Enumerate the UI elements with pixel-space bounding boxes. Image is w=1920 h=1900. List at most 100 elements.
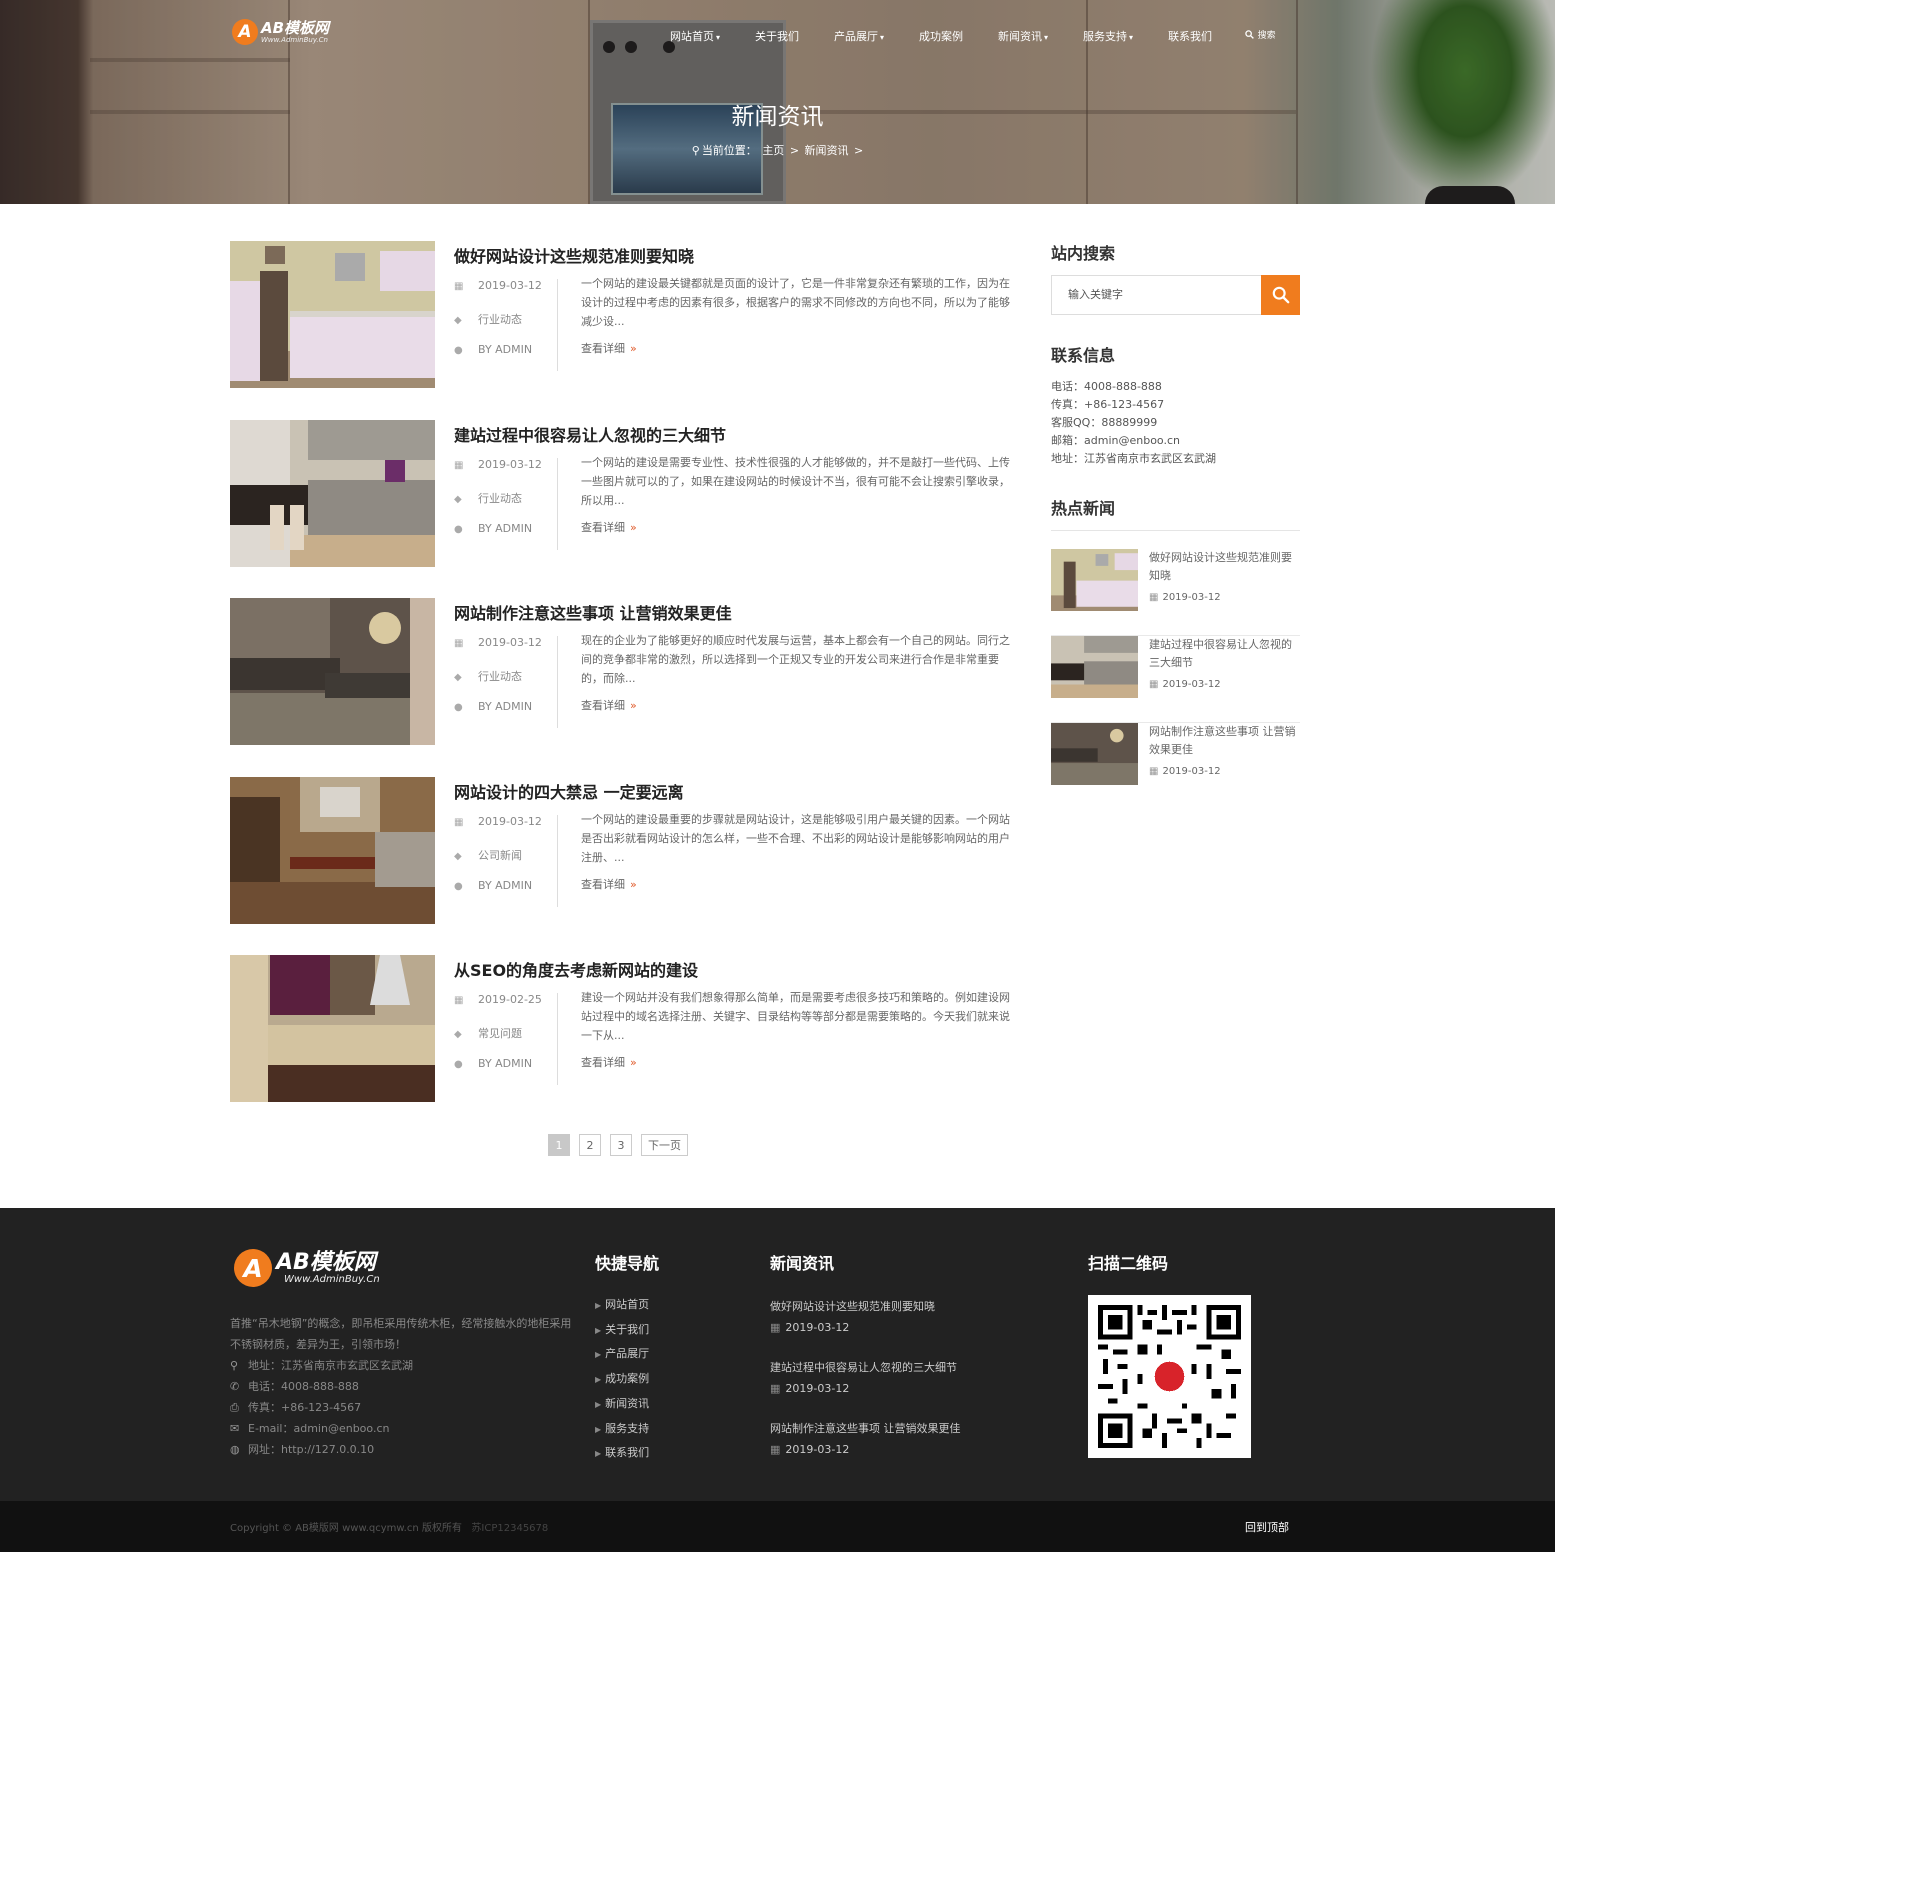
article-thumbnail[interactable] (230, 598, 435, 745)
hot-news-thumbnail[interactable] (1051, 636, 1138, 698)
page-1-button[interactable]: 1 (548, 1134, 570, 1156)
read-more-link[interactable]: 查看详细» (581, 1054, 637, 1070)
page-3-button[interactable]: 3 (610, 1134, 632, 1156)
nav-item-about[interactable]: 关于我们 (755, 28, 799, 44)
article-title[interactable]: 做好网站设计这些规范准则要知晓 (454, 243, 694, 267)
article-meta: ▦ 2019-03-12 ◆ 行业动态 ● BY ADMIN (454, 636, 558, 728)
logo-name: AB模板网 (261, 18, 330, 37)
read-more-link[interactable]: 查看详细» (581, 876, 637, 892)
calendar-icon: ▦ (454, 638, 464, 649)
contact-fax: 传真：+86-123-4567 (1051, 398, 1165, 411)
article-author: BY ADMIN (478, 879, 533, 892)
article-category[interactable]: 行业动态 (478, 492, 522, 505)
read-more-link[interactable]: 查看详细» (581, 519, 637, 535)
site-logo[interactable]: A AB模板网 Www.AdminBuy.Cn (232, 19, 329, 45)
search-input[interactable] (1068, 288, 1248, 301)
read-more-link[interactable]: 查看详细» (581, 697, 637, 713)
footer-nav-item[interactable]: ▶ 关于我们 (595, 1318, 649, 1343)
calendar-icon: ▦ (1149, 592, 1159, 603)
article-thumbnail[interactable] (230, 241, 435, 388)
article-category[interactable]: 行业动态 (478, 313, 522, 326)
tag-icon: ◆ (454, 494, 462, 505)
chevron-right-icon: ▶ (595, 1375, 602, 1385)
footer-nav-item[interactable]: ▶ 网站首页 (595, 1293, 649, 1318)
article-title[interactable]: 建站过程中很容易让人忽视的三大细节 (454, 422, 726, 446)
divider (1051, 530, 1300, 531)
footer-nav-item[interactable]: ▶ 联系我们 (595, 1441, 649, 1466)
nav-item-service[interactable]: 服务支持 ▾ (1083, 28, 1133, 44)
kitchen-photo (230, 955, 435, 1102)
tag-icon: ◆ (454, 851, 462, 862)
hot-news-title[interactable]: 建站过程中很容易让人忽视的三大细节 (1149, 636, 1301, 672)
logo-url: Www.AdminBuy.Cn (284, 1273, 380, 1285)
article-item: 网站制作注意这些事项 让营销效果更佳 ▦ 2019-03-12 ◆ 行业动态 ● BY… (230, 598, 1020, 745)
nav-item-news[interactable]: 新闻资讯 ▾ (998, 28, 1048, 44)
hot-news-thumbnail[interactable] (1051, 723, 1138, 785)
page-2-button[interactable]: 2 (579, 1134, 601, 1156)
article-meta: ▦ 2019-02-25 ◆ 常见问题 ● BY ADMIN (454, 993, 558, 1085)
hot-news-title[interactable]: 做好网站设计这些规范准则要知晓 (1149, 549, 1301, 585)
nav-item-home[interactable]: 网站首页 ▾ (670, 28, 720, 44)
breadcrumb-home-link[interactable]: 主页 (762, 144, 784, 157)
article-thumbnail[interactable] (230, 777, 435, 924)
breadcrumb-current-link[interactable]: 新闻资讯 (805, 144, 849, 157)
hot-news-thumbnail[interactable] (1051, 549, 1138, 611)
footer-news-date: ▦ 2019-03-12 (770, 1321, 850, 1334)
icp-link[interactable]: 苏ICP12345678 (471, 1523, 548, 1534)
footer-nav-title: 快捷导航 (595, 1254, 660, 1273)
article-category[interactable]: 常见问题 (478, 1027, 522, 1040)
article-title[interactable]: 从SEO的角度去考虑新网站的建设 (454, 957, 698, 981)
user-icon: ● (454, 702, 463, 713)
page-title: 新闻资讯 (731, 104, 824, 130)
site-search (1051, 275, 1300, 315)
footer-fax: 传真：+86-123-4567 (248, 1401, 362, 1414)
article-title[interactable]: 网站制作注意这些事项 让营销效果更佳 (454, 600, 732, 624)
kitchen-photo (1051, 636, 1138, 698)
kitchen-photo (1051, 549, 1138, 611)
article-item: 建站过程中很容易让人忽视的三大细节 ▦ 2019-03-12 ◆ 行业动态 ● BY … (230, 420, 1020, 567)
double-chevron-right-icon: » (630, 1056, 637, 1069)
search-button[interactable] (1261, 275, 1300, 315)
back-to-top-link[interactable]: 回到顶部 (1245, 1519, 1289, 1535)
article-excerpt: 建设一个网站并没有我们想象得那么简单，而是需要考虑很多技巧和策略的。例如建设网站… (581, 991, 1010, 1042)
chevron-right-icon: ▶ (595, 1301, 602, 1310)
footer-phone: 电话：4008-888-888 (248, 1380, 359, 1393)
article-excerpt: 一个网站的建设最关键都就是页面的设计了，它是一件非常复杂还有繁琐的工作，因为在设… (581, 277, 1010, 328)
article-title[interactable]: 网站设计的四大禁忌 一定要远离 (454, 779, 684, 803)
footer-nav-item[interactable]: ▶ 成功案例 (595, 1367, 649, 1392)
footer-nav-item[interactable]: ▶ 新闻资讯 (595, 1392, 649, 1417)
footer-website: 网址：http://127.0.0.10 (248, 1443, 375, 1456)
footer-intro: 首推“吊木地钢”的概念，即吊柜采用传统木柜，经常接触水的地柜采用不锈钢材质，差异… (230, 1317, 572, 1351)
contact-qq: 客服QQ：88889999 (1051, 416, 1158, 429)
article-excerpt: 一个网站的建设是需要专业性、技术性很强的人才能够做的，并不是敲打一些代码、上传一… (581, 456, 1010, 507)
read-more-link[interactable]: 查看详细» (581, 340, 637, 356)
nav-item-contact[interactable]: 联系我们 (1168, 28, 1212, 44)
kitchen-photo (230, 777, 435, 924)
calendar-icon: ▦ (454, 281, 464, 292)
nav-item-cases[interactable]: 成功案例 (919, 28, 963, 44)
hot-news-title[interactable]: 网站制作注意这些事项 让营销效果更佳 (1149, 723, 1301, 759)
footer-nav-item[interactable]: ▶ 服务支持 (595, 1417, 649, 1442)
footer-nav-item[interactable]: ▶ 产品展厅 (595, 1342, 649, 1367)
nav-item-products[interactable]: 产品展厅 ▾ (834, 28, 884, 44)
article-date: 2019-02-25 (478, 993, 542, 1006)
article-thumbnail[interactable] (230, 955, 435, 1102)
sidebar-search-title: 站内搜索 (1051, 244, 1116, 263)
nav-search-button[interactable]: 搜索 (1245, 28, 1276, 44)
footer-logo[interactable]: A AB模板网 Www.AdminBuy.Cn (234, 1249, 380, 1287)
hot-news-item[interactable]: 建站过程中很容易让人忽视的三大细节 ▦ 2019-03-12 (1051, 636, 1300, 723)
article-category[interactable]: 行业动态 (478, 670, 522, 683)
hot-news-item[interactable]: 做好网站设计这些规范准则要知晓 ▦ 2019-03-12 (1051, 549, 1300, 636)
footer-news-link[interactable]: 网站制作注意这些事项 让营销效果更佳 (770, 1420, 961, 1436)
footer-news-link[interactable]: 做好网站设计这些规范准则要知晓 (770, 1298, 935, 1314)
footer-qr-title: 扫描二维码 (1088, 1254, 1169, 1273)
footer-news-date: ▦ 2019-03-12 (770, 1443, 850, 1456)
article-author: BY ADMIN (478, 700, 533, 713)
hot-news-item[interactable]: 网站制作注意这些事项 让营销效果更佳 ▦ 2019-03-12 (1051, 723, 1300, 810)
article-thumbnail[interactable] (230, 420, 435, 567)
envelope-icon: ✉ (230, 1422, 240, 1435)
footer-news-link[interactable]: 建站过程中很容易让人忽视的三大细节 (770, 1359, 957, 1375)
calendar-icon: ▦ (454, 995, 464, 1006)
article-category[interactable]: 公司新闻 (478, 849, 522, 862)
next-page-button[interactable]: 下一页 (641, 1134, 688, 1156)
